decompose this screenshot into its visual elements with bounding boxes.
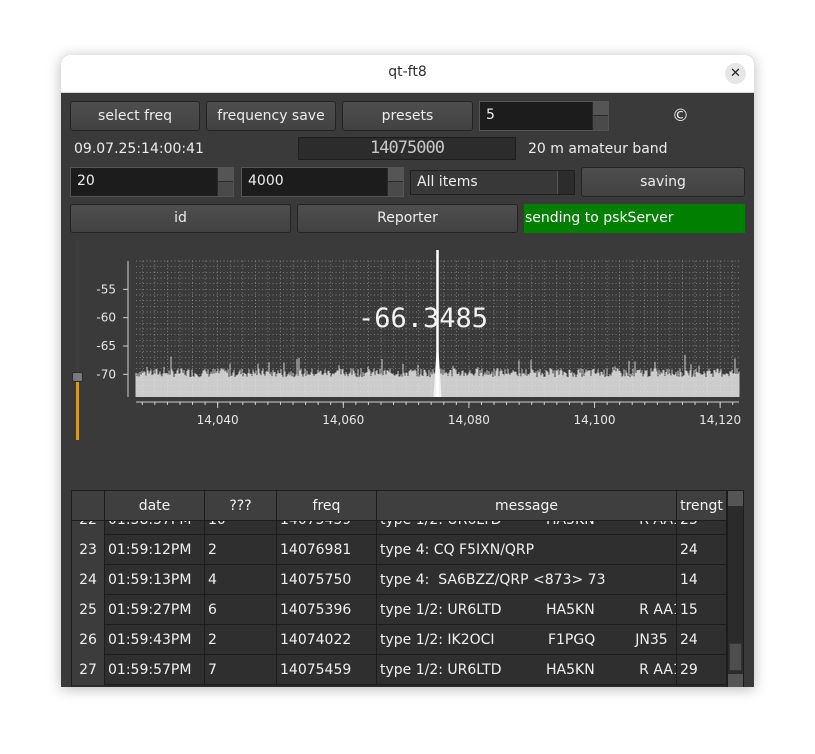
messages-table[interactable]: 2201:58:57PM1014075459type 1/2: UR6LTD H… (71, 490, 744, 687)
scroll-down-icon[interactable] (728, 674, 743, 687)
column-header[interactable]: ??? (205, 491, 277, 521)
spectrum-plot[interactable]: -55-60-65-70 14,040 14,060 14,080 14,100 14,… (85, 249, 745, 441)
row-number: 26 (72, 625, 105, 655)
quality-cell: 4 (205, 565, 277, 595)
select-freq-button[interactable]: select freq (70, 101, 200, 131)
band-label: 20 m amateur band (528, 141, 668, 157)
peak-label: -66.3485 (358, 303, 488, 334)
freq-cell: 14075459 (277, 655, 377, 685)
strength-cell: 14 (677, 565, 727, 595)
x-tick-label: 14,040 (197, 413, 239, 427)
spin-up-icon[interactable] (388, 168, 403, 182)
y-tick-label: -60 (96, 311, 116, 325)
filter-combobox[interactable]: All items (410, 170, 575, 195)
quality-cell: 2 (205, 625, 277, 655)
preset-spinbox-value: 5 (486, 107, 495, 123)
spinbox-1[interactable]: 20 (70, 167, 234, 197)
x-tick-label: 14,120 (699, 413, 741, 427)
message-cell: type 1/2: UR6LTD HA5KN R AA12 (377, 655, 677, 685)
status-label: sending to pskServer (524, 204, 745, 233)
slider-handle[interactable] (72, 372, 83, 382)
corner-header (72, 491, 105, 521)
y-tick-label: -70 (96, 367, 116, 381)
filter-combobox-value: All items (417, 174, 478, 190)
y-tick-label: -55 (96, 282, 116, 296)
date-cell: 01:59:43PM (105, 625, 205, 655)
slider-fill (76, 380, 79, 440)
close-icon: ✕ (730, 66, 741, 81)
close-button[interactable]: ✕ (725, 63, 746, 84)
table-scrollbar[interactable] (727, 491, 743, 687)
table-row[interactable]: 26 01:59:43PM 2 14074022 type 1/2: IK2OCI F1… (72, 625, 727, 655)
x-tick-label: 14,100 (574, 413, 616, 427)
column-header[interactable]: trengt (677, 491, 727, 521)
quality-cell: 2 (205, 535, 277, 565)
dropdown-arrow-icon[interactable] (557, 171, 574, 194)
y-axis: -55 -60 -65 -70 (96, 261, 129, 397)
freq-cell: 14075396 (277, 595, 377, 625)
column-header[interactable]: freq (277, 491, 377, 521)
strength-cell: 24 (677, 535, 727, 565)
main-window: qt-ft8 ✕ select freq frequency save pres… (61, 55, 754, 687)
x-tick-label: 14,060 (322, 413, 364, 427)
datetime-label: 09.07.25:14:00:41 (74, 141, 204, 157)
quality-cell: 7 (205, 655, 277, 685)
message-cell: type 1/2: UR6LTD HA5KN R AA13 (377, 595, 677, 625)
spinbox-2-arrows[interactable] (387, 168, 403, 196)
row-number: 25 (72, 595, 105, 625)
date-cell: 01:59:57PM (105, 655, 205, 685)
freq-cell: 14076981 (277, 535, 377, 565)
spinbox-arrows[interactable] (592, 102, 608, 130)
presets-button[interactable]: presets (342, 101, 473, 131)
content-area: select freq frequency save presets 5 © 0… (61, 92, 754, 687)
x-tick-label: 14,080 (448, 413, 490, 427)
strength-cell: 29 (677, 655, 727, 685)
date-cell: 01:59:13PM (105, 565, 205, 595)
table-row[interactable]: 23 01:59:12PM 2 14076981 type 4: CQ F5IXN/QR… (72, 535, 727, 565)
spin-up-icon[interactable] (218, 168, 233, 182)
scrollbar-thumb[interactable] (729, 643, 742, 671)
slider-track (76, 240, 79, 380)
reporter-button[interactable]: Reporter (297, 204, 518, 233)
message-cell: type 1/2: IK2OCI F1PGQ JN35 (377, 625, 677, 655)
y-tick-label: -65 (96, 339, 116, 353)
spin-up-icon[interactable] (593, 102, 608, 116)
spin-down-icon[interactable] (218, 182, 233, 196)
date-cell: 01:59:27PM (105, 595, 205, 625)
table-row[interactable]: 24 01:59:13PM 4 14075750 type 4: SA6BZZ/QRP … (72, 565, 727, 595)
copyright-icon: © (672, 106, 689, 126)
frequency-display: 14075000 (298, 137, 516, 160)
x-axis: 14,040 14,060 14,080 14,100 14,120 (136, 401, 741, 427)
column-header[interactable]: date (105, 491, 205, 521)
preset-spinbox[interactable]: 5 (479, 101, 609, 131)
quality-cell: 6 (205, 595, 277, 625)
freq-cell: 14074022 (277, 625, 377, 655)
freq-cell: 14075750 (277, 565, 377, 595)
id-button[interactable]: id (70, 204, 291, 233)
saving-button[interactable]: saving (581, 167, 745, 197)
spinbox-2[interactable]: 4000 (241, 167, 404, 197)
row-number: 27 (72, 655, 105, 685)
frequency-save-button[interactable]: frequency save (206, 101, 336, 131)
scroll-up-icon[interactable] (728, 491, 743, 506)
spinbox-1-arrows[interactable] (217, 168, 233, 196)
strength-cell: 15 (677, 595, 727, 625)
message-cell: type 4: CQ F5IXN/QRP (377, 535, 677, 565)
table-row[interactable]: 25 01:59:27PM 6 14075396 type 1/2: UR6LTD HA… (72, 595, 727, 625)
gain-slider[interactable] (72, 240, 83, 440)
title-bar: qt-ft8 ✕ (61, 55, 754, 93)
date-cell: 01:59:12PM (105, 535, 205, 565)
spinbox-1-value: 20 (77, 173, 95, 189)
strength-cell: 24 (677, 625, 727, 655)
column-header[interactable]: message (377, 491, 677, 521)
message-cell: type 4: SA6BZZ/QRP <873> 73 (377, 565, 677, 595)
window-title: qt-ft8 (388, 64, 427, 80)
row-number: 24 (72, 565, 105, 595)
table-row[interactable]: 27 01:59:57PM 7 14075459 type 1/2: UR6LTD HA… (72, 655, 727, 685)
table-header: date ??? freq message trengt (72, 491, 727, 521)
row-number: 23 (72, 535, 105, 565)
spin-down-icon[interactable] (388, 182, 403, 196)
spin-down-icon[interactable] (593, 116, 608, 130)
spinbox-2-value: 4000 (248, 173, 284, 189)
